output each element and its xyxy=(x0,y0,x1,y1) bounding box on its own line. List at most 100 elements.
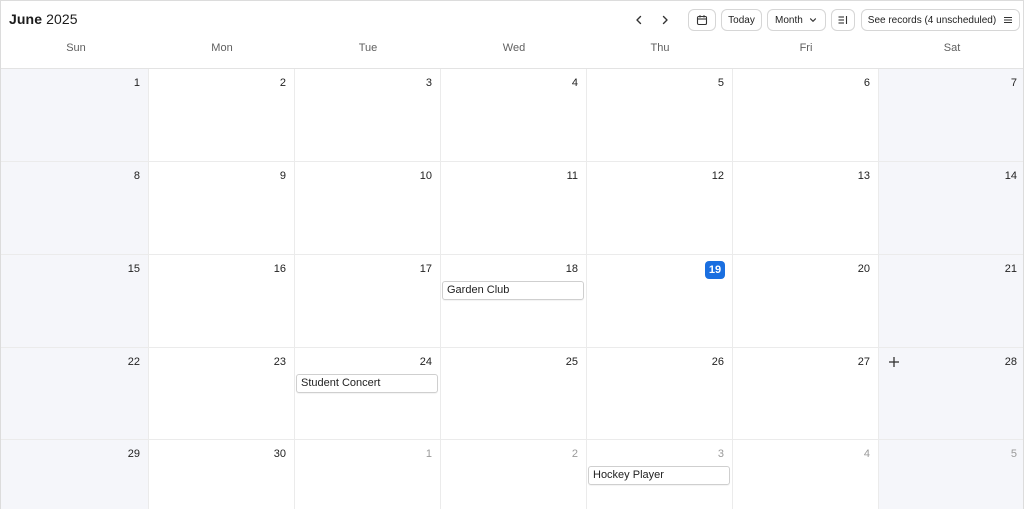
day-number: 18 xyxy=(565,263,578,275)
day-cell[interactable]: 29 xyxy=(1,440,149,509)
event-student-concert[interactable]: Student Concert xyxy=(296,374,438,393)
calendar-header: June 2025 Today Month See records (4 uns… xyxy=(1,1,1023,39)
weekday-fri: Fri xyxy=(799,42,813,54)
view-select-label: Month xyxy=(775,14,803,26)
chevron-left-icon xyxy=(636,15,642,25)
plus-icon[interactable] xyxy=(887,355,901,369)
day-number: 3 xyxy=(717,448,724,460)
day-cell[interactable]: 26 xyxy=(587,348,733,440)
day-cell[interactable]: 23 xyxy=(149,348,295,440)
date-picker-button[interactable] xyxy=(688,9,716,31)
day-number: 21 xyxy=(1004,263,1017,275)
day-number: 25 xyxy=(565,356,578,368)
day-number: 10 xyxy=(419,170,432,182)
weekday-tue: Tue xyxy=(358,42,378,54)
day-number: 12 xyxy=(711,170,724,182)
day-number: 2 xyxy=(279,77,286,89)
day-cell[interactable]: 15 xyxy=(1,255,149,348)
list-filter-icon xyxy=(838,16,848,24)
day-number: 15 xyxy=(127,263,140,275)
day-cell[interactable]: 6 xyxy=(733,69,879,162)
weekday-sun: Sun xyxy=(66,42,86,54)
day-cell[interactable]: 13 xyxy=(733,162,879,255)
day-number: 17 xyxy=(419,263,432,275)
day-cell[interactable]: 1 xyxy=(1,69,149,162)
day-number: 7 xyxy=(1010,77,1017,89)
day-cell[interactable]: 21 xyxy=(879,255,1023,348)
weekday-header: Sun Mon Tue Wed Thu Fri Sat xyxy=(1,39,1023,69)
event-hockey-player[interactable]: Hockey Player xyxy=(588,466,730,485)
view-select[interactable]: Month xyxy=(767,9,826,31)
day-number: 22 xyxy=(127,356,140,368)
day-cell-next-month[interactable]: 5 xyxy=(879,440,1023,509)
day-cell[interactable]: 27 xyxy=(733,348,879,440)
today-badge: 19 xyxy=(705,261,725,279)
day-number: 27 xyxy=(857,356,870,368)
day-cell[interactable]: 25 xyxy=(441,348,587,440)
chevron-down-icon xyxy=(809,18,816,22)
day-cell-today[interactable]: 19 xyxy=(587,255,733,348)
day-number: 1 xyxy=(133,77,140,89)
day-cell[interactable]: 2 xyxy=(149,69,295,162)
day-number: 30 xyxy=(273,448,286,460)
day-cell[interactable]: 30 xyxy=(149,440,295,509)
day-number: 4 xyxy=(863,448,870,460)
prev-month-button[interactable] xyxy=(629,10,649,30)
weekday-sat: Sat xyxy=(943,42,961,54)
day-cell[interactable]: 12 xyxy=(587,162,733,255)
day-cell[interactable]: 16 xyxy=(149,255,295,348)
weekday-wed: Wed xyxy=(502,42,526,54)
day-number: 11 xyxy=(566,170,578,182)
day-cell-next-month[interactable]: 1 xyxy=(295,440,441,509)
next-month-button[interactable] xyxy=(655,10,675,30)
day-number: 5 xyxy=(717,77,724,89)
title-year: 2025 xyxy=(46,11,78,27)
day-number: 9 xyxy=(279,170,286,182)
day-number: 23 xyxy=(273,356,286,368)
day-cell[interactable]: 8 xyxy=(1,162,149,255)
weekday-mon: Mon xyxy=(211,42,233,54)
day-cell[interactable]: 24 xyxy=(295,348,441,440)
title-month: June xyxy=(9,11,43,27)
day-number: 28 xyxy=(1004,356,1017,368)
day-cell[interactable]: 3 xyxy=(295,69,441,162)
day-cell[interactable]: 7 xyxy=(879,69,1023,162)
day-number: 20 xyxy=(857,263,870,275)
day-number: 5 xyxy=(1010,448,1017,460)
month-grid: 1 2 3 4 5 6 7 8 9 10 11 12 13 14 15 16 1… xyxy=(1,69,1023,509)
day-cell[interactable]: 17 xyxy=(295,255,441,348)
day-cell[interactable]: 11 xyxy=(441,162,587,255)
day-cell[interactable]: 28 xyxy=(879,348,1023,440)
day-number: 6 xyxy=(863,77,870,89)
day-cell[interactable]: 20 xyxy=(733,255,879,348)
calendar-title: June 2025 xyxy=(9,11,78,27)
day-cell[interactable]: 5 xyxy=(587,69,733,162)
day-cell[interactable]: 22 xyxy=(1,348,149,440)
day-cell[interactable]: 10 xyxy=(295,162,441,255)
day-number: 26 xyxy=(711,356,724,368)
see-records-label: See records (4 unscheduled) xyxy=(867,14,997,26)
filter-button[interactable] xyxy=(831,9,855,31)
day-number: 16 xyxy=(273,263,286,275)
day-number: 24 xyxy=(419,356,432,368)
day-number: 3 xyxy=(425,77,432,89)
day-cell[interactable]: 9 xyxy=(149,162,295,255)
day-number: 14 xyxy=(1004,170,1017,182)
day-cell-next-month[interactable]: 4 xyxy=(733,440,879,509)
day-number: 2 xyxy=(571,448,578,460)
day-number: 4 xyxy=(571,77,578,89)
event-garden-club[interactable]: Garden Club xyxy=(442,281,584,300)
day-cell[interactable]: 4 xyxy=(441,69,587,162)
hamburger-menu-icon xyxy=(1004,17,1013,23)
see-records-button[interactable]: See records (4 unscheduled) xyxy=(861,9,1020,31)
day-cell[interactable]: 14 xyxy=(879,162,1023,255)
calendar-icon xyxy=(696,15,708,26)
day-number: 1 xyxy=(425,448,432,460)
day-number: 8 xyxy=(133,170,140,182)
day-cell-next-month[interactable]: 2 xyxy=(441,440,587,509)
day-number: 29 xyxy=(127,448,140,460)
weekday-thu: Thu xyxy=(650,42,670,54)
calendar-app: June 2025 Today Month See records (4 uns… xyxy=(0,0,1024,509)
today-button[interactable]: Today xyxy=(721,9,762,31)
day-cell[interactable]: 18 xyxy=(441,255,587,348)
